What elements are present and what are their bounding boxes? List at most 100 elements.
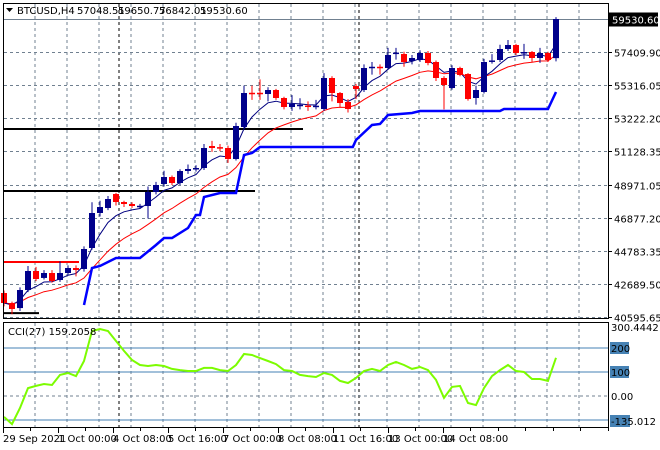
- cci-panel: [3, 327, 608, 426]
- candle: [121, 200, 127, 208]
- candle: [153, 181, 159, 195]
- candle: [233, 122, 239, 161]
- candle: [169, 175, 175, 185]
- candle: [457, 66, 463, 77]
- candle-body: [449, 68, 455, 89]
- candle: [417, 50, 423, 63]
- candle: [17, 287, 23, 312]
- candle-body: [121, 202, 127, 205]
- candle: [505, 39, 511, 52]
- overlays: [3, 43, 558, 315]
- candle-body: [209, 146, 215, 149]
- candle: [177, 169, 183, 185]
- candle: [321, 73, 327, 111]
- cci-axis-label: 300.4442: [611, 323, 659, 334]
- candle-body: [409, 58, 415, 62]
- candle-body: [385, 55, 391, 69]
- time-axis-label: 8 Oct 08:00: [278, 434, 337, 445]
- candle: [553, 17, 559, 62]
- candle: [337, 91, 343, 107]
- time-axis-label: 14 Oct 08:00: [443, 434, 508, 445]
- candle-body: [249, 92, 255, 95]
- candle: [257, 79, 263, 100]
- price-axis-label: 46877.20: [614, 215, 660, 226]
- candle: [249, 85, 255, 100]
- time-axis-label: 1 Oct 00:00: [58, 434, 117, 445]
- candle-body: [329, 78, 335, 94]
- time-axis-label: 5 Oct 16:00: [168, 434, 227, 445]
- time-axis-label: 4 Oct 08:00: [113, 434, 172, 445]
- cci-label: CCI(27) 159.2058: [8, 327, 96, 338]
- candle: [273, 88, 279, 100]
- candle: [521, 43, 527, 59]
- time-axis-label: 7 Oct 00:00: [223, 434, 282, 445]
- candle-body: [161, 177, 167, 185]
- cci-line: [3, 327, 557, 426]
- candle-body: [497, 49, 503, 61]
- candle-body: [89, 213, 95, 249]
- candle: [137, 203, 143, 209]
- candle: [385, 47, 391, 70]
- candle-body: [177, 171, 183, 184]
- candle: [57, 261, 63, 282]
- candle-body: [217, 147, 223, 149]
- candle: [401, 51, 407, 67]
- candle-body: [105, 199, 111, 209]
- candle: [33, 266, 39, 282]
- candle: [281, 96, 287, 110]
- candle: [65, 265, 71, 275]
- candle-body: [49, 273, 55, 282]
- candle: [369, 62, 375, 75]
- candle-body: [513, 45, 519, 54]
- candle: [497, 44, 503, 63]
- candle: [377, 64, 383, 75]
- candle-body: [153, 184, 159, 193]
- candle: [41, 270, 47, 280]
- candle: [353, 84, 359, 100]
- candle: [105, 195, 111, 211]
- candle: [25, 265, 31, 293]
- symbol-label: BTCUSD,H4: [17, 6, 75, 17]
- candle: [305, 101, 311, 111]
- price-axis-label: 44783.35: [614, 248, 660, 259]
- price-axis-label: 42689.50: [614, 281, 660, 292]
- candle-body: [393, 52, 399, 55]
- candle-body: [529, 52, 535, 59]
- candle: [113, 192, 119, 206]
- candle-body: [41, 273, 47, 278]
- candle-body: [57, 273, 63, 281]
- candle-body: [65, 268, 71, 274]
- candle: [193, 165, 199, 172]
- candle: [345, 99, 351, 113]
- price-axis-label: 55316.05: [614, 82, 660, 93]
- candle: [209, 140, 215, 152]
- triangle-down-icon[interactable]: [6, 8, 13, 12]
- candle-body: [257, 92, 263, 95]
- candle: [409, 54, 415, 65]
- candle: [489, 54, 495, 64]
- chart-window[interactable]: BTCUSD,H4 57048.51 59650.77 56842.01 595…: [0, 0, 660, 450]
- candle: [225, 145, 231, 163]
- candle: [361, 64, 367, 92]
- time-axis-label: 29 Sep 2021: [3, 434, 66, 445]
- price-axis-label: 48971.05: [614, 182, 660, 193]
- candle: [89, 202, 95, 250]
- candle-body: [185, 169, 191, 172]
- candle-body: [241, 93, 247, 128]
- candle-body: [337, 93, 343, 104]
- cci-axis-label: 200: [611, 344, 630, 355]
- candle: [465, 73, 471, 101]
- candle-body: [537, 53, 543, 59]
- candle: [97, 200, 103, 217]
- candle-body: [81, 249, 87, 270]
- candle-body: [377, 66, 383, 69]
- close-value: 59530.60: [200, 6, 248, 17]
- candle: [49, 270, 55, 283]
- candle-body: [553, 19, 559, 59]
- candle-body: [481, 62, 487, 93]
- candle: [433, 60, 439, 81]
- candle: [185, 164, 191, 174]
- candle-body: [353, 86, 359, 90]
- candle-body: [193, 168, 199, 170]
- candle-body: [137, 205, 143, 208]
